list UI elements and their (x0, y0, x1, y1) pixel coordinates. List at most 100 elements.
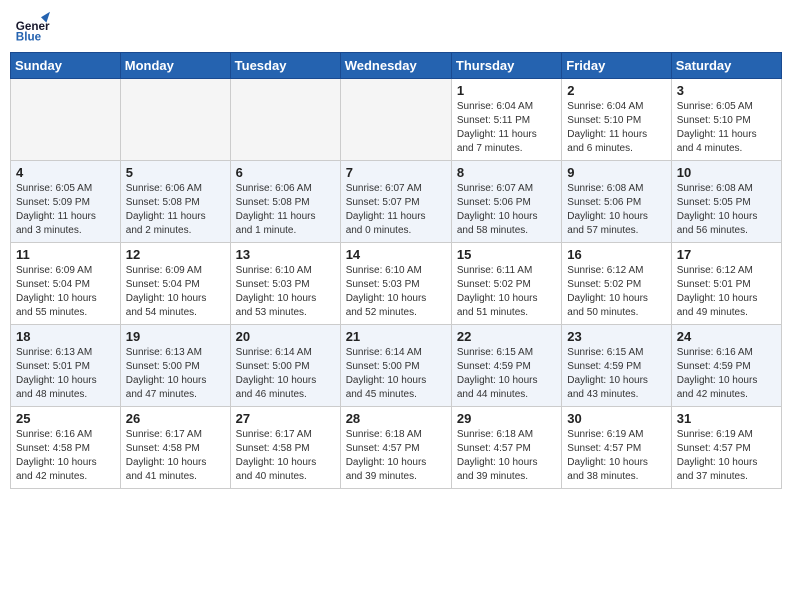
weekday-header: Thursday (451, 53, 561, 79)
day-info: Sunrise: 6:17 AM Sunset: 4:58 PM Dayligh… (126, 428, 225, 484)
calendar-cell: 31 Sunrise: 6:19 AM Sunset: 4:57 PM Dayli… (671, 407, 781, 489)
day-number: 10 (677, 165, 776, 180)
calendar-cell: 13 Sunrise: 6:10 AM Sunset: 5:03 PM Dayli… (230, 243, 340, 325)
calendar-cell: 12 Sunrise: 6:09 AM Sunset: 5:04 PM Dayli… (120, 243, 230, 325)
day-info: Sunrise: 6:05 AM Sunset: 5:10 PM Dayligh… (677, 100, 776, 156)
weekday-header: Monday (120, 53, 230, 79)
calendar-cell: 9 Sunrise: 6:08 AM Sunset: 5:06 PM Daylig… (562, 161, 671, 243)
day-number: 28 (346, 411, 446, 426)
weekday-header: Saturday (671, 53, 781, 79)
day-number: 18 (16, 329, 115, 344)
calendar-cell: 16 Sunrise: 6:12 AM Sunset: 5:02 PM Dayli… (562, 243, 671, 325)
calendar-cell: 24 Sunrise: 6:16 AM Sunset: 4:59 PM Dayli… (671, 325, 781, 407)
calendar-cell (340, 79, 451, 161)
day-number: 1 (457, 83, 556, 98)
day-info: Sunrise: 6:18 AM Sunset: 4:57 PM Dayligh… (346, 428, 446, 484)
day-info: Sunrise: 6:14 AM Sunset: 5:00 PM Dayligh… (346, 346, 446, 402)
day-number: 19 (126, 329, 225, 344)
day-info: Sunrise: 6:04 AM Sunset: 5:11 PM Dayligh… (457, 100, 556, 156)
calendar-cell: 23 Sunrise: 6:15 AM Sunset: 4:59 PM Dayli… (562, 325, 671, 407)
day-number: 24 (677, 329, 776, 344)
day-info: Sunrise: 6:04 AM Sunset: 5:10 PM Dayligh… (567, 100, 665, 156)
day-number: 7 (346, 165, 446, 180)
calendar-cell: 7 Sunrise: 6:07 AM Sunset: 5:07 PM Daylig… (340, 161, 451, 243)
day-info: Sunrise: 6:14 AM Sunset: 5:00 PM Dayligh… (236, 346, 335, 402)
day-info: Sunrise: 6:10 AM Sunset: 5:03 PM Dayligh… (346, 264, 446, 320)
day-number: 12 (126, 247, 225, 262)
day-info: Sunrise: 6:07 AM Sunset: 5:07 PM Dayligh… (346, 182, 446, 238)
calendar-cell: 25 Sunrise: 6:16 AM Sunset: 4:58 PM Dayli… (11, 407, 121, 489)
calendar-cell: 10 Sunrise: 6:08 AM Sunset: 5:05 PM Dayli… (671, 161, 781, 243)
weekday-header: Friday (562, 53, 671, 79)
calendar-cell: 3Sunrise: 6:05 AM Sunset: 5:10 PM Daylig… (671, 79, 781, 161)
day-info: Sunrise: 6:08 AM Sunset: 5:05 PM Dayligh… (677, 182, 776, 238)
day-number: 8 (457, 165, 556, 180)
day-number: 5 (126, 165, 225, 180)
logo: General Blue (14, 10, 50, 46)
day-number: 31 (677, 411, 776, 426)
calendar-cell: 15 Sunrise: 6:11 AM Sunset: 5:02 PM Dayli… (451, 243, 561, 325)
day-number: 11 (16, 247, 115, 262)
day-number: 2 (567, 83, 665, 98)
svg-text:Blue: Blue (16, 31, 42, 44)
day-info: Sunrise: 6:09 AM Sunset: 5:04 PM Dayligh… (16, 264, 115, 320)
calendar-cell: 11 Sunrise: 6:09 AM Sunset: 5:04 PM Dayli… (11, 243, 121, 325)
day-info: Sunrise: 6:17 AM Sunset: 4:58 PM Dayligh… (236, 428, 335, 484)
day-info: Sunrise: 6:12 AM Sunset: 5:01 PM Dayligh… (677, 264, 776, 320)
day-info: Sunrise: 6:16 AM Sunset: 4:58 PM Dayligh… (16, 428, 115, 484)
calendar-cell: 30Sunrise: 6:19 AM Sunset: 4:57 PM Dayli… (562, 407, 671, 489)
day-number: 17 (677, 247, 776, 262)
calendar-cell: 8 Sunrise: 6:07 AM Sunset: 5:06 PM Daylig… (451, 161, 561, 243)
day-info: Sunrise: 6:10 AM Sunset: 5:03 PM Dayligh… (236, 264, 335, 320)
day-info: Sunrise: 6:19 AM Sunset: 4:57 PM Dayligh… (677, 428, 776, 484)
calendar-cell: 27Sunrise: 6:17 AM Sunset: 4:58 PM Dayli… (230, 407, 340, 489)
day-number: 9 (567, 165, 665, 180)
calendar-cell: 22 Sunrise: 6:15 AM Sunset: 4:59 PM Dayli… (451, 325, 561, 407)
calendar-cell: 28 Sunrise: 6:18 AM Sunset: 4:57 PM Dayli… (340, 407, 451, 489)
day-info: Sunrise: 6:05 AM Sunset: 5:09 PM Dayligh… (16, 182, 115, 238)
day-info: Sunrise: 6:09 AM Sunset: 5:04 PM Dayligh… (126, 264, 225, 320)
calendar-table: SundayMondayTuesdayWednesdayThursdayFrid… (10, 52, 782, 489)
day-info: Sunrise: 6:12 AM Sunset: 5:02 PM Dayligh… (567, 264, 665, 320)
day-number: 29 (457, 411, 556, 426)
calendar-cell: 21 Sunrise: 6:14 AM Sunset: 5:00 PM Dayli… (340, 325, 451, 407)
day-number: 14 (346, 247, 446, 262)
calendar-cell: 4 Sunrise: 6:05 AM Sunset: 5:09 PM Daylig… (11, 161, 121, 243)
calendar-cell: 26 Sunrise: 6:17 AM Sunset: 4:58 PM Dayli… (120, 407, 230, 489)
weekday-header: Sunday (11, 53, 121, 79)
day-info: Sunrise: 6:11 AM Sunset: 5:02 PM Dayligh… (457, 264, 556, 320)
day-number: 26 (126, 411, 225, 426)
calendar-cell: 17 Sunrise: 6:12 AM Sunset: 5:01 PM Dayli… (671, 243, 781, 325)
day-info: Sunrise: 6:08 AM Sunset: 5:06 PM Dayligh… (567, 182, 665, 238)
day-number: 25 (16, 411, 115, 426)
day-info: Sunrise: 6:06 AM Sunset: 5:08 PM Dayligh… (126, 182, 225, 238)
day-info: Sunrise: 6:15 AM Sunset: 4:59 PM Dayligh… (457, 346, 556, 402)
day-info: Sunrise: 6:18 AM Sunset: 4:57 PM Dayligh… (457, 428, 556, 484)
calendar-cell: 2 Sunrise: 6:04 AM Sunset: 5:10 PM Daylig… (562, 79, 671, 161)
day-info: Sunrise: 6:16 AM Sunset: 4:59 PM Dayligh… (677, 346, 776, 402)
day-info: Sunrise: 6:07 AM Sunset: 5:06 PM Dayligh… (457, 182, 556, 238)
day-number: 13 (236, 247, 335, 262)
day-info: Sunrise: 6:15 AM Sunset: 4:59 PM Dayligh… (567, 346, 665, 402)
calendar-cell (230, 79, 340, 161)
day-number: 23 (567, 329, 665, 344)
day-info: Sunrise: 6:06 AM Sunset: 5:08 PM Dayligh… (236, 182, 335, 238)
calendar-cell: 5 Sunrise: 6:06 AM Sunset: 5:08 PM Daylig… (120, 161, 230, 243)
day-number: 16 (567, 247, 665, 262)
calendar-cell: 6Sunrise: 6:06 AM Sunset: 5:08 PM Daylig… (230, 161, 340, 243)
day-info: Sunrise: 6:19 AM Sunset: 4:57 PM Dayligh… (567, 428, 665, 484)
page-header: General Blue (10, 10, 782, 46)
logo-icon: General Blue (14, 10, 50, 46)
day-number: 21 (346, 329, 446, 344)
day-info: Sunrise: 6:13 AM Sunset: 5:01 PM Dayligh… (16, 346, 115, 402)
calendar-cell: 18 Sunrise: 6:13 AM Sunset: 5:01 PM Dayli… (11, 325, 121, 407)
calendar-cell: 29 Sunrise: 6:18 AM Sunset: 4:57 PM Dayli… (451, 407, 561, 489)
calendar-cell: 20Sunrise: 6:14 AM Sunset: 5:00 PM Dayli… (230, 325, 340, 407)
weekday-header: Tuesday (230, 53, 340, 79)
day-number: 15 (457, 247, 556, 262)
day-number: 4 (16, 165, 115, 180)
calendar-cell: 19 Sunrise: 6:13 AM Sunset: 5:00 PM Dayli… (120, 325, 230, 407)
day-info: Sunrise: 6:13 AM Sunset: 5:00 PM Dayligh… (126, 346, 225, 402)
day-number: 22 (457, 329, 556, 344)
calendar-cell: 1 Sunrise: 6:04 AM Sunset: 5:11 PM Daylig… (451, 79, 561, 161)
